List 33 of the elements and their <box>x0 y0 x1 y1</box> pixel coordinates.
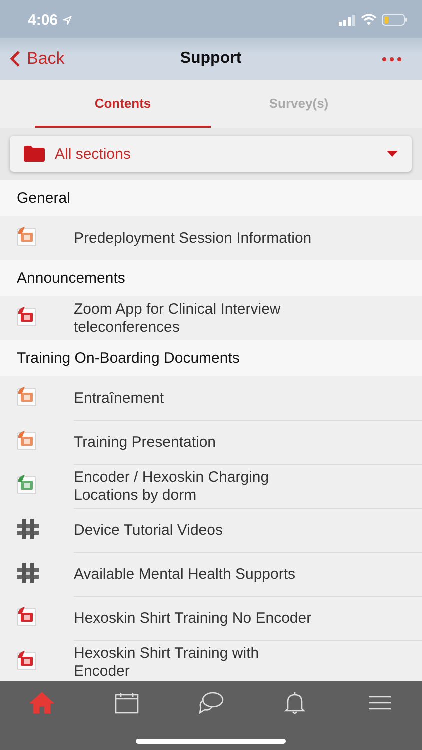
back-button[interactable]: Back <box>10 49 65 69</box>
chat-icon <box>198 691 224 715</box>
list-item[interactable]: Zoom App for Clinical Interview teleconferences <box>0 296 422 340</box>
list-item[interactable]: Hexoskin Shirt Training No Encoder <box>0 596 422 640</box>
battery-icon <box>382 14 408 26</box>
caret-icon <box>387 151 398 157</box>
list-item[interactable]: Training Presentation <box>0 420 422 464</box>
presentation-file-icon <box>16 386 38 408</box>
list-item[interactable]: Predeployment Session Information <box>0 216 422 260</box>
home-icon <box>29 691 56 715</box>
pdf-file-icon <box>16 306 38 328</box>
folder-icon <box>24 146 45 162</box>
list-item[interactable]: Hexoskin Shirt Training with Encoder <box>0 640 422 681</box>
more-icon[interactable] <box>382 56 402 62</box>
signal-icon <box>339 14 356 26</box>
list-item[interactable]: Encoder / Hexoskin Charging Locations by dorm <box>0 464 422 508</box>
grid-icon <box>16 562 40 584</box>
presentation-file-icon <box>16 226 38 248</box>
chevron-left-icon <box>10 50 21 68</box>
pdf-file-icon <box>16 650 38 672</box>
pdf-file-icon <box>16 606 38 628</box>
grid-icon <box>16 518 40 540</box>
section-dropdown[interactable]: All sections <box>10 136 412 172</box>
spreadsheet-file-icon <box>16 474 38 496</box>
list-item[interactable]: Entraînement <box>0 376 422 420</box>
list-item[interactable]: Available Mental Health Supports <box>0 552 422 596</box>
location-icon <box>63 16 72 24</box>
status-time: 4:06 <box>28 12 58 28</box>
calendar-icon <box>114 691 140 715</box>
page-title: Support <box>179 50 243 68</box>
list-item[interactable]: Device Tutorial Videos <box>0 508 422 552</box>
presentation-file-icon <box>16 430 38 452</box>
wifi-icon <box>361 14 377 26</box>
